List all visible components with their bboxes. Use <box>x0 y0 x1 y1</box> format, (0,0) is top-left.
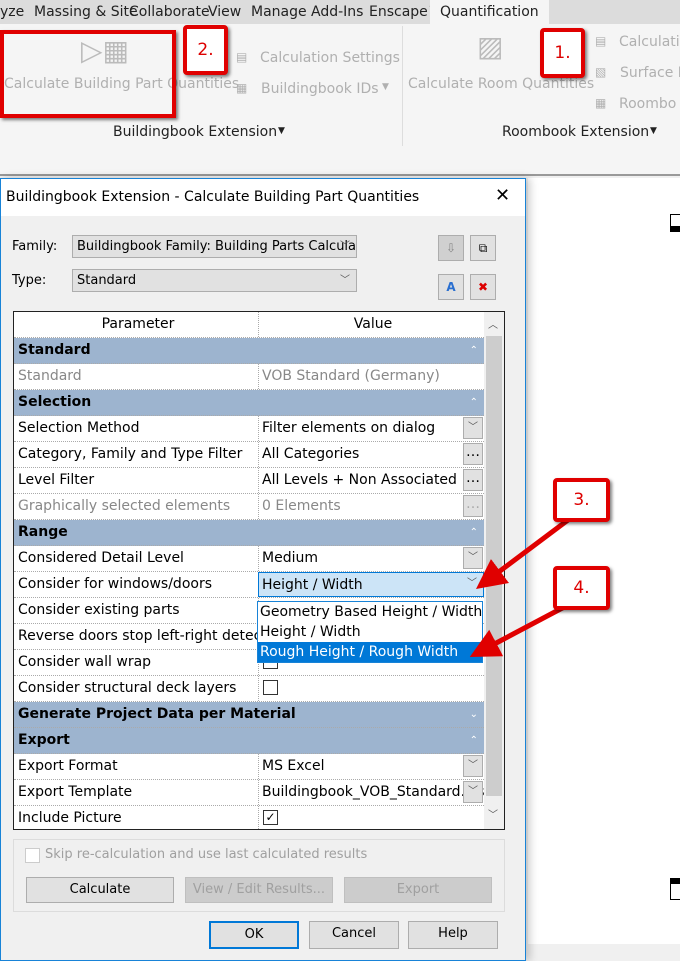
callout-4: 4. <box>553 566 610 610</box>
callout-3: 3. <box>553 478 610 522</box>
arrow-4 <box>469 602 570 658</box>
